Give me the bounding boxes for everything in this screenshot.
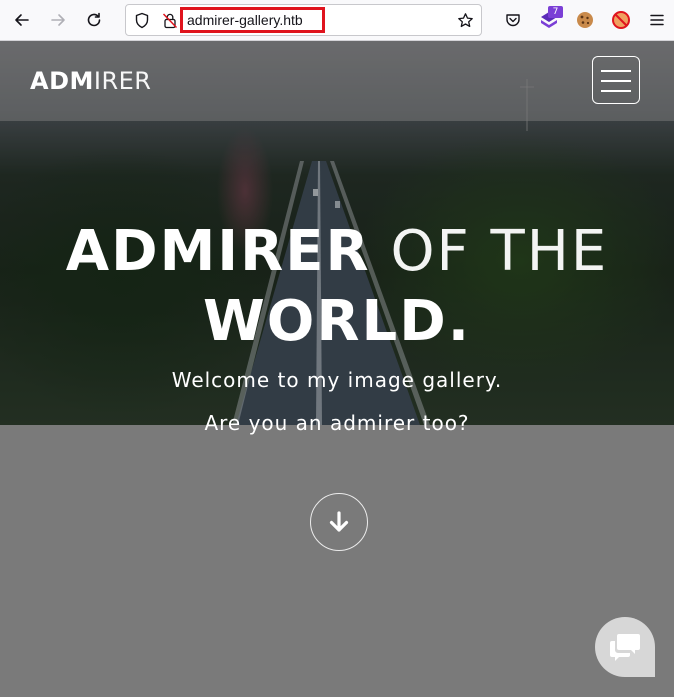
pocket-icon: [506, 14, 520, 27]
blocked-icon: [612, 11, 630, 29]
site-logo[interactable]: ADMIRER: [30, 67, 151, 95]
scroll-down-button[interactable]: [310, 493, 368, 551]
reload-icon: [87, 12, 101, 27]
hero-title-line2: WORLD.: [203, 289, 471, 354]
arrow-down-icon: [329, 511, 349, 532]
chat-bubbles-icon: [610, 634, 640, 661]
blocker-extension-button[interactable]: [607, 6, 635, 34]
hero-title-bold: ADMIRER: [65, 219, 371, 284]
brand-bold: ADM: [30, 67, 94, 95]
url-text[interactable]: admirer-gallery.htb: [180, 7, 325, 33]
forward-arrow-icon: [51, 14, 65, 26]
hero-title-light: OF THE: [390, 219, 609, 284]
insecure-lock-icon[interactable]: [162, 12, 178, 29]
hero-tagline: Are you an admirer too?: [204, 411, 470, 435]
browser-menu-button[interactable]: [643, 6, 671, 34]
shield-icon[interactable]: [134, 12, 150, 29]
site-menu-toggle[interactable]: [592, 56, 640, 104]
forward-button[interactable]: [44, 6, 72, 34]
back-button[interactable]: [8, 6, 36, 34]
reload-button[interactable]: [80, 6, 108, 34]
brand-light: IRER: [93, 67, 152, 95]
chat-widget-button[interactable]: [595, 617, 655, 677]
browser-toolbar: admirer-gallery.htb 7: [0, 0, 674, 41]
extension-badge: 7: [548, 6, 563, 18]
hero-subtitle: Welcome to my image gallery.: [171, 368, 503, 392]
cookie-icon: [577, 12, 593, 28]
cookie-extension-button[interactable]: [571, 6, 599, 34]
web-page: ADMIRER ADMIRER OF THE WORLD. Welcome to…: [0, 41, 674, 697]
hero-title: ADMIRER OF THE WORLD.: [0, 217, 674, 357]
site-navbar: ADMIRER: [0, 41, 674, 121]
hamburger-menu-icon: [650, 14, 664, 26]
bookmark-star-icon[interactable]: [457, 12, 474, 29]
pocket-button[interactable]: [499, 6, 527, 34]
back-arrow-icon: [15, 14, 29, 26]
